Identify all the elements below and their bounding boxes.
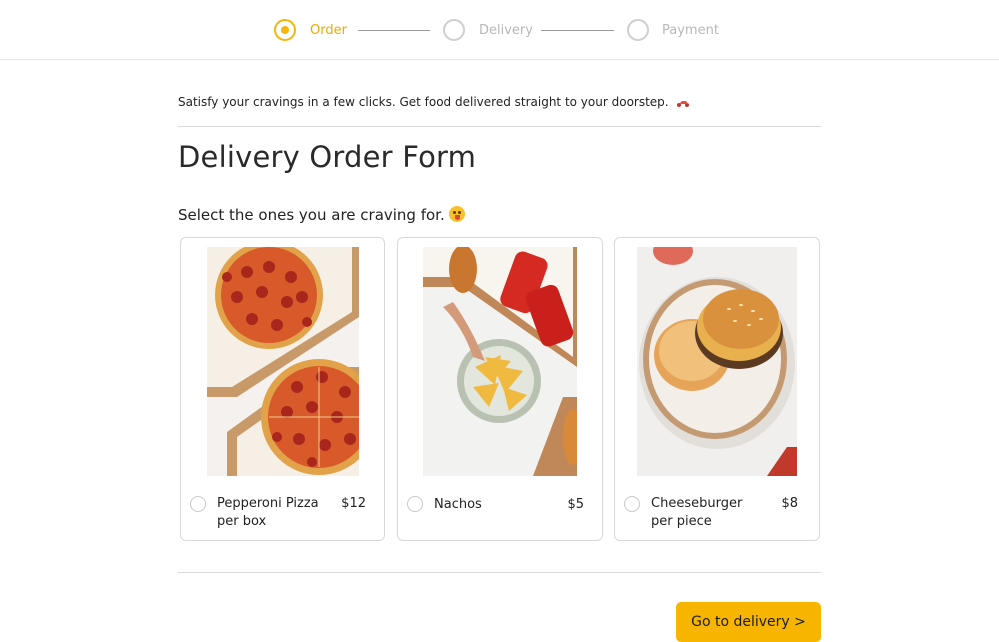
pepperoni-pizza-photo bbox=[207, 247, 359, 476]
step-delivery-indicator bbox=[443, 19, 465, 41]
step-active-dot bbox=[281, 26, 289, 34]
item-price: $8 bbox=[781, 496, 798, 511]
select-pizza-radio[interactable] bbox=[190, 496, 206, 512]
item-name-line1: Pepperoni Pizza bbox=[217, 496, 319, 511]
select-nachos-radio[interactable] bbox=[407, 496, 423, 512]
page-title: Delivery Order Form bbox=[178, 140, 477, 174]
menu-item-card-cheeseburger[interactable]: Cheeseburger per piece $8 bbox=[614, 237, 820, 541]
menu-item-card-pizza[interactable]: Pepperoni Pizza per box $12 bbox=[180, 237, 385, 541]
top-divider bbox=[178, 126, 821, 127]
nachos-photo bbox=[423, 247, 577, 476]
item-price: $5 bbox=[567, 497, 584, 512]
step-order-label: Order bbox=[310, 23, 347, 38]
step-connector bbox=[358, 30, 430, 31]
step-order-indicator bbox=[274, 19, 296, 41]
section-heading: Select the ones you are craving for. bbox=[178, 206, 465, 224]
item-unit: per piece bbox=[651, 514, 712, 529]
menu-item-card-nachos[interactable]: Nachos $5 bbox=[397, 237, 603, 541]
item-price: $12 bbox=[341, 496, 366, 511]
progress-stepper: Order Delivery Payment bbox=[0, 0, 999, 60]
item-name: Nachos bbox=[434, 496, 482, 514]
tagline: Satisfy your cravings in a few clicks. G… bbox=[178, 95, 690, 109]
section-heading-text: Select the ones you are craving for. bbox=[178, 206, 445, 224]
item-unit: per box bbox=[217, 514, 267, 529]
go-to-delivery-button[interactable]: Go to delivery > bbox=[676, 602, 821, 642]
step-delivery-label: Delivery bbox=[479, 23, 533, 38]
tagline-text: Satisfy your cravings in a few clicks. G… bbox=[178, 95, 669, 109]
step-payment-indicator bbox=[627, 19, 649, 41]
yum-emoji-icon bbox=[448, 206, 465, 222]
cheeseburger-photo bbox=[637, 247, 797, 476]
item-name: Pepperoni Pizza per box bbox=[217, 495, 319, 531]
step-connector bbox=[541, 30, 614, 31]
step-payment-label: Payment bbox=[662, 23, 719, 38]
scooter-icon bbox=[677, 101, 690, 107]
item-name: Cheeseburger per piece bbox=[651, 495, 742, 531]
item-name-line1: Cheeseburger bbox=[651, 496, 743, 511]
select-cheeseburger-radio[interactable] bbox=[624, 496, 640, 512]
bottom-divider bbox=[178, 572, 821, 573]
item-name-line1: Nachos bbox=[434, 497, 482, 512]
